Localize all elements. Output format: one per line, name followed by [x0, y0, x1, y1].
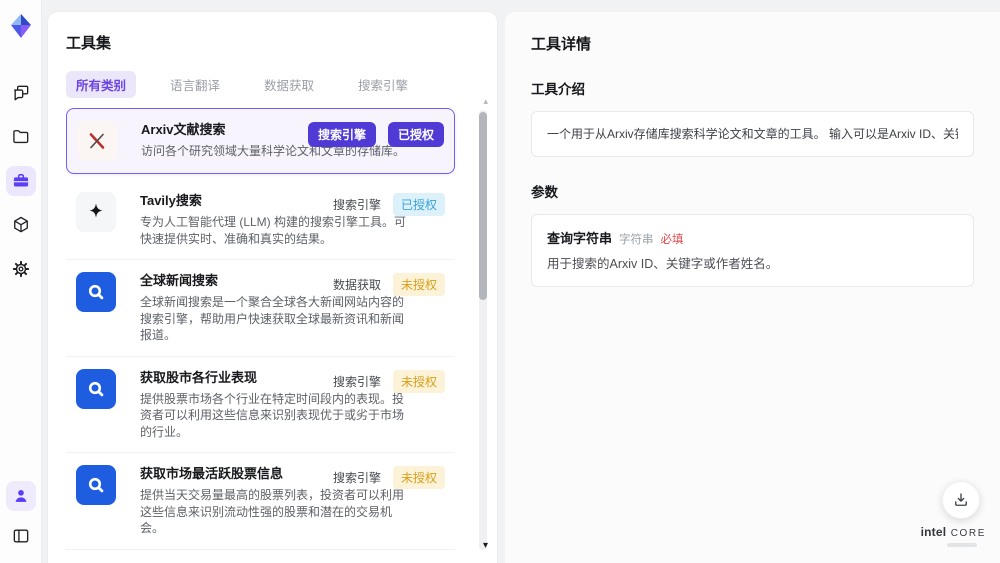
chat-icon[interactable]: [6, 78, 36, 108]
tools-panel: 工具集 所有类别 语言翻译 数据获取 搜索引擎 Arxiv文献搜索 访问各个研究领域大…: [48, 12, 497, 563]
tool-category-label: 搜索引擎: [332, 198, 381, 212]
tool-description: 提供当天交易量最高的股票列表，投资者可以利用这些信息来识别流动性强的股票和潜在的…: [140, 488, 405, 535]
tool-auth-badge: 已授权: [387, 122, 444, 147]
sparkle-icon: [76, 192, 116, 232]
details-title: 工具详情: [531, 36, 592, 53]
search-blue-icon: [76, 368, 116, 409]
tool-card[interactable]: 全球新闻搜索 全球新闻搜索是一个聚合全球各大新闻网站内容的搜索引擎，帮助用户快速…: [66, 260, 455, 357]
tab-3[interactable]: 搜索引擎: [348, 71, 418, 98]
param-header: 查询字符串 字符串 必填: [547, 228, 958, 247]
brand-decoration: [946, 543, 977, 547]
tool-card[interactable]: Arxiv文献搜索 访问各个研究领域大量科学论文和文章的存储库。 搜索引擎 已授…: [66, 108, 455, 174]
param-type: 字符串: [619, 234, 654, 246]
folder-icon[interactable]: [6, 122, 36, 152]
tool-card[interactable]: 万维地区新闻查询 查询具体行政区划内的新闻，快速了解各地新闻动 搜索引擎 未授权: [66, 550, 455, 561]
tool-description: 全球新闻搜索是一个聚合全球各大新闻网站内容的搜索引擎，帮助用户快速获取全球最新资…: [140, 295, 405, 342]
category-tabs: 所有类别 语言翻译 数据获取 搜索引擎: [66, 71, 479, 98]
scrollbar-track[interactable]: [479, 110, 487, 550]
param-description: 用于搜索的Arxiv ID、关键字或作者姓名。: [547, 257, 779, 271]
scroll-up-icon[interactable]: ▴: [483, 97, 488, 106]
download-icon: [955, 493, 967, 506]
tab-2[interactable]: 数据获取: [254, 71, 324, 98]
param-name: 查询字符串: [547, 231, 613, 246]
tool-auth-badge: 未授权: [392, 369, 445, 393]
intro-heading: 工具介绍: [531, 82, 585, 97]
tool-card-badges: 搜索引擎 已授权: [307, 122, 444, 147]
param-box: 查询字符串 字符串 必填 用于搜索的Arxiv ID、关键字或作者姓名。: [531, 214, 974, 287]
intro-text: 一个用于从Arxiv存储库搜索科学论文和文章的工具。 输入可以是Arxiv ID…: [547, 127, 958, 141]
download-button[interactable]: [942, 481, 980, 519]
intro-box: 一个用于从Arxiv存储库搜索科学论文和文章的工具。 输入可以是Arxiv ID…: [531, 111, 974, 157]
rail-nav: [5, 78, 36, 284]
app-logo-icon: [10, 14, 31, 38]
tools-panel-title: 工具集: [66, 35, 112, 52]
tool-description: 专为人工智能代理 (LLM) 构建的搜索引擎工具。可快速提供实时、准确和真实的结…: [140, 215, 407, 246]
tool-card-badges: 数据获取 未授权: [333, 273, 445, 296]
tool-category-label: 数据获取: [332, 278, 381, 292]
search-blue-icon: [76, 465, 116, 505]
tool-card-badges: 搜索引擎 未授权: [332, 369, 445, 393]
tool-card[interactable]: 获取股市各行业表现 提供股票市场各个行业在特定时间段内的表现。投资者可以利用这些…: [66, 357, 455, 453]
brand-core-text: CORE: [950, 528, 986, 539]
panel-toggle-icon[interactable]: [6, 521, 36, 551]
gear-icon[interactable]: [6, 254, 36, 284]
tool-auth-badge: 已授权: [392, 193, 445, 216]
tool-card[interactable]: Tavily搜索 专为人工智能代理 (LLM) 构建的搜索引擎工具。可快速提供实…: [66, 180, 455, 260]
param-required-badge: 必填: [660, 234, 684, 246]
tab-1[interactable]: 语言翻译: [160, 71, 230, 98]
tool-category-label: 搜索引擎: [332, 374, 381, 389]
brand-intel-text: intel: [920, 525, 947, 539]
tool-auth-badge: 未授权: [392, 466, 445, 489]
intel-core-logo: intel CORE: [921, 526, 986, 547]
left-icon-rail: [0, 0, 42, 563]
tool-category-label: 搜索引擎: [307, 122, 376, 147]
briefcase-icon[interactable]: [5, 166, 36, 196]
tool-details-panel: 工具详情 工具介绍 一个用于从Arxiv存储库搜索科学论文和文章的工具。 输入可…: [505, 12, 1000, 563]
tool-category-label: 搜索引擎: [332, 471, 381, 485]
params-heading: 参数: [531, 185, 558, 200]
arxiv-icon: [77, 121, 117, 161]
tool-description: 提供股票市场各个行业在特定时间段内的表现。投资者可以利用这些信息来识别表现优于或…: [140, 391, 405, 439]
search-blue-icon: [76, 272, 116, 312]
cube-icon[interactable]: [6, 210, 36, 240]
tool-card-badges: 搜索引擎 未授权: [333, 466, 445, 489]
tool-card[interactable]: 获取市场最活跃股票信息 提供当天交易量最高的股票列表，投资者可以利用这些信息来识…: [66, 453, 455, 550]
tool-card-badges: 搜索引擎 已授权: [333, 193, 445, 216]
user-icon[interactable]: [5, 481, 36, 511]
tool-auth-badge: 未授权: [392, 273, 445, 296]
rail-bottom: [5, 481, 36, 551]
tool-list: Arxiv文献搜索 访问各个研究领域大量科学论文和文章的存储库。 搜索引擎 已授…: [66, 108, 479, 560]
scrollbar-thumb[interactable]: [479, 112, 487, 300]
scroll-down-icon[interactable]: ▾: [483, 541, 488, 551]
tab-0[interactable]: 所有类别: [66, 71, 137, 98]
